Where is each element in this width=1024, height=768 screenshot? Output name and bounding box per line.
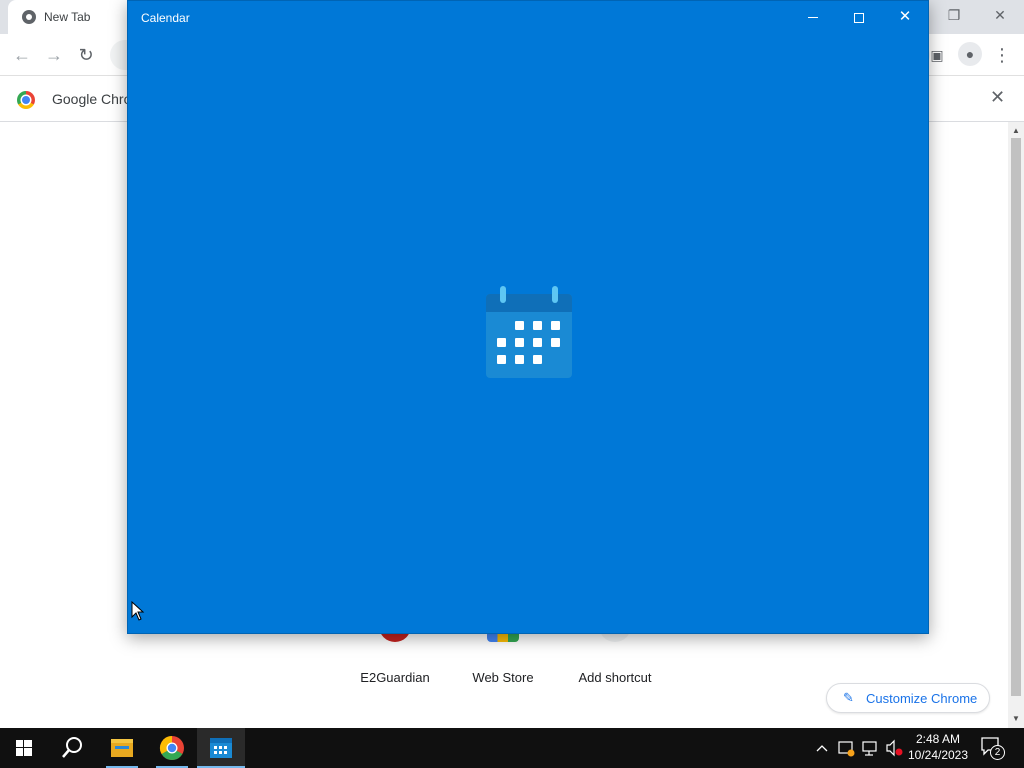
show-hidden-icons-button[interactable]: [814, 728, 830, 768]
chrome-favicon-icon: [22, 10, 36, 24]
tab-title: New Tab: [44, 10, 91, 24]
chrome-restore-icon[interactable]: ❐: [945, 6, 963, 24]
calendar-icon: [210, 738, 232, 758]
page-scrollbar[interactable]: ▲ ▼: [1008, 122, 1024, 728]
chrome-close-icon[interactable]: ✕: [991, 6, 1009, 24]
customize-chrome-button[interactable]: ✎ Customize Chrome: [826, 683, 990, 713]
back-icon[interactable]: ←: [11, 44, 33, 66]
file-explorer-icon: [111, 739, 133, 757]
security-warning-icon: [838, 741, 855, 757]
pencil-icon: ✎: [843, 690, 854, 705]
close-button[interactable]: ✕: [882, 1, 928, 33]
minimize-icon: [808, 17, 818, 19]
notification-count-badge: 2: [990, 745, 1005, 760]
side-panel-icon[interactable]: ▣: [926, 44, 948, 66]
forward-icon[interactable]: →: [43, 44, 65, 66]
taskbar: 2:48 AM 10/24/2023 2: [0, 728, 1024, 768]
mouse-cursor-icon: [131, 601, 145, 621]
scroll-down-icon[interactable]: ▼: [1008, 712, 1024, 726]
chrome-logo-icon: [17, 91, 35, 109]
desktop: New Tab ❐ ✕ ← → ↻ ▣ ● ⋮ Google Chrome ✕ …: [0, 0, 1024, 768]
customize-label: Customize Chrome: [866, 691, 978, 706]
maximize-icon: [854, 12, 864, 23]
start-button[interactable]: [0, 728, 48, 768]
calendar-window[interactable]: Calendar ✕: [127, 0, 929, 634]
taskbar-file-explorer[interactable]: [98, 728, 146, 768]
tray-volume-button[interactable]: [884, 728, 904, 768]
shortcut-label: Web Store: [472, 670, 534, 685]
clock-date: 10/24/2023: [907, 748, 969, 762]
search-button[interactable]: [48, 728, 96, 768]
tray-security-button[interactable]: [836, 728, 856, 768]
shortcut-label: Add shortcut: [578, 670, 652, 685]
calendar-splash-icon: [486, 286, 572, 378]
taskbar-calendar[interactable]: [197, 728, 245, 768]
system-clock[interactable]: 2:48 AM 10/24/2023: [905, 731, 971, 767]
scroll-up-icon[interactable]: ▲: [1008, 124, 1024, 138]
scrollbar-thumb[interactable]: [1011, 138, 1021, 696]
volume-muted-icon: [886, 739, 903, 757]
reload-icon[interactable]: ↻: [75, 44, 97, 66]
windows-start-icon: [16, 740, 32, 756]
taskbar-chrome[interactable]: [148, 728, 196, 768]
action-center-button[interactable]: 2: [980, 736, 1006, 760]
chevron-up-icon: [816, 745, 828, 752]
search-icon: [62, 737, 82, 758]
profile-icon[interactable]: ●: [958, 42, 982, 66]
shortcut-label: E2Guardian: [360, 670, 430, 685]
minimize-button[interactable]: [790, 1, 836, 33]
close-icon: ✕: [898, 8, 912, 25]
clock-time: 2:48 AM: [915, 732, 961, 746]
menu-icon[interactable]: ⋮: [991, 44, 1013, 66]
window-title: Calendar: [141, 11, 190, 25]
network-icon: [862, 741, 877, 756]
infobar-close-icon[interactable]: ✕: [990, 87, 1005, 108]
tray-network-button[interactable]: [860, 728, 880, 768]
maximize-button[interactable]: [836, 1, 882, 33]
chrome-icon: [159, 736, 184, 761]
